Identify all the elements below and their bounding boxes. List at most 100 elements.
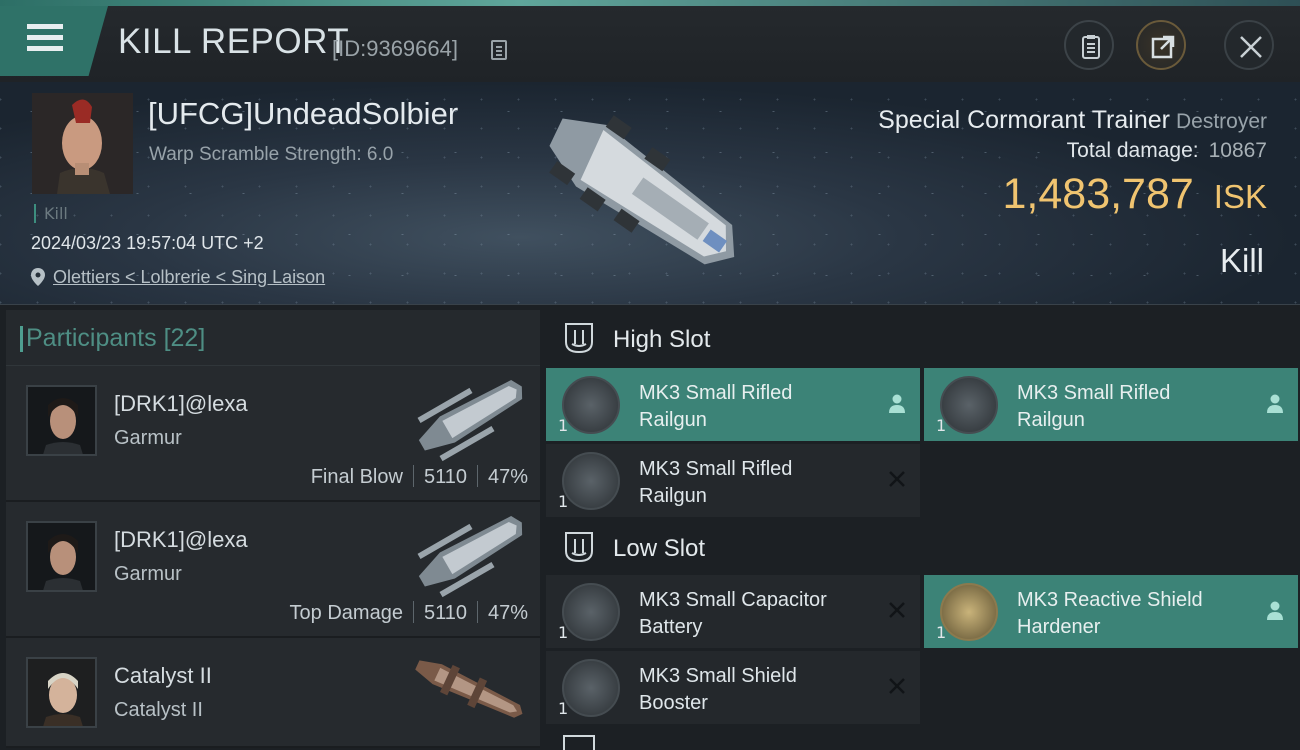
location-pin-icon [31, 268, 45, 286]
ship-class: Destroyer [1175, 110, 1267, 133]
victim-banner: [UFCG]UndeadSolbier Warp Scramble Streng… [0, 82, 1300, 305]
victim-pilot-name[interactable]: [UFCG]UndeadSolbier [148, 96, 458, 132]
railgun-icon [940, 376, 998, 434]
clipboard-button[interactable] [1064, 20, 1114, 70]
victim-ship-image [549, 115, 735, 265]
kill-report-screen: KILL REPORT [ID:9369664] [UFCG]UndeadSol… [0, 0, 1300, 750]
kill-datetime: 2024/03/23 19:57:04 UTC +2 [31, 233, 264, 253]
page-title: KILL REPORT [118, 22, 350, 61]
share-icon [1151, 35, 1175, 59]
low-slot-icon [565, 532, 593, 563]
participants-count: [22] [163, 324, 206, 352]
divider [476, 601, 478, 623]
module-quantity: 1 [936, 416, 947, 435]
participant-role: Top Damage [289, 602, 403, 624]
total-damage: Total damage: 10867 [1067, 139, 1267, 163]
close-icon [1240, 36, 1262, 58]
module-quantity: 1 [936, 623, 947, 642]
participants-label: Participants [22] [19, 324, 206, 352]
module-item[interactable]: 1 MK3 Small Rifled Railgun [546, 444, 920, 517]
isk-value: 1,483,787 ISK [1003, 170, 1268, 219]
participant-ship-image [417, 515, 523, 598]
module-item[interactable]: 1 MK3 Small Capacitor Battery [546, 575, 920, 648]
high-slot-label: High Slot [613, 326, 711, 353]
module-quantity: 1 [558, 492, 569, 511]
railgun-icon [562, 452, 620, 510]
share-button[interactable] [1136, 20, 1186, 70]
high-slot-icon [565, 323, 593, 354]
clipboard-icon [1082, 35, 1100, 59]
mid-slot-icon [563, 735, 595, 750]
participant-row[interactable]: Catalyst II Catalyst II [6, 638, 540, 748]
participants-panel: Participants [22] [DRK1]@lexa Garmur Fin… [6, 310, 540, 750]
high-slot-header: High Slot [546, 310, 1300, 368]
participant-role: Final Blow [310, 466, 403, 488]
module-name: MK3 Small Shield Booster [639, 665, 797, 714]
destroyed-x-icon [889, 471, 905, 487]
module-item[interactable]: 1 MK3 Reactive Shield Hardener [924, 575, 1298, 648]
module-name: MK3 Small Rifled Railgun [1017, 382, 1171, 431]
report-id: [ID:9369664] [332, 36, 458, 61]
divider [412, 465, 414, 487]
participant-percent: 47% [487, 602, 528, 624]
participant-ship: Catalyst II [114, 699, 203, 721]
participant-percent: 47% [487, 466, 528, 488]
participant-row[interactable]: [DRK1]@lexa Garmur Final Blow 5110 47% [6, 366, 540, 502]
low-slot-label: Low Slot [613, 535, 706, 562]
participant-damage: 5110 [423, 466, 467, 488]
pilot-icon [889, 394, 905, 413]
total-damage-value: 10867 [1208, 139, 1267, 162]
fitting-panel: High Slot 1 MK3 Small Rifled Railgun 1 MK… [546, 310, 1300, 750]
destroyed-x-icon [889, 602, 905, 618]
railgun-icon [562, 376, 620, 434]
warp-scramble-strength: Warp Scramble Strength: 6.0 [149, 144, 394, 165]
ship-name: Special Cormorant Trainer [878, 106, 1170, 134]
victim-avatar[interactable] [32, 93, 133, 194]
participant-ship-image [417, 379, 523, 462]
participant-name: [DRK1]@lexa [114, 527, 248, 552]
participant-ship: Garmur [114, 427, 182, 449]
close-button[interactable] [1224, 20, 1274, 70]
participant-stats: Top Damage 5110 47% [290, 601, 528, 625]
divider [476, 465, 478, 487]
participant-name: [DRK1]@lexa [114, 391, 248, 416]
destroyed-x-icon [889, 678, 905, 694]
header-bar: KILL REPORT [ID:9369664] [0, 6, 1300, 82]
module-item[interactable]: 1 MK3 Small Shield Booster [546, 651, 920, 724]
participant-row[interactable]: [DRK1]@lexa Garmur Top Damage 5110 47% [6, 502, 540, 638]
result-label: Kill [1219, 242, 1264, 279]
module-item[interactable]: 1 MK3 Small Rifled Railgun [546, 368, 920, 441]
shield-booster-icon [562, 659, 620, 717]
pilot-icon [1267, 394, 1283, 413]
isk-amount: 1,483,787 [1002, 170, 1194, 218]
hamburger-icon [27, 24, 63, 57]
module-quantity: 1 [558, 623, 569, 642]
location-link[interactable]: Olettiers < Lolbrerie < Sing Laison [53, 267, 325, 287]
victim-ship[interactable]: Special Cormorant Trainer Destroyer [878, 106, 1267, 135]
participant-avatar [26, 657, 97, 728]
participant-damage: 5110 [423, 602, 467, 624]
divider [412, 601, 414, 623]
participant-name: Catalyst II [114, 663, 212, 688]
module-quantity: 1 [558, 416, 569, 435]
copy-icon[interactable] [491, 40, 507, 60]
participants-header[interactable]: Participants [22] [6, 310, 540, 366]
module-name: MK3 Small Capacitor Battery [639, 589, 827, 638]
pilot-icon [1267, 601, 1283, 620]
participant-avatar [26, 521, 97, 592]
module-quantity: 1 [558, 699, 569, 718]
capacitor-battery-icon [562, 583, 620, 641]
menu-button[interactable] [0, 6, 108, 76]
module-name: MK3 Small Rifled Railgun [639, 382, 793, 431]
participant-ship: Garmur [114, 563, 182, 585]
isk-unit: ISK [1213, 178, 1267, 215]
low-slot-header: Low Slot [546, 519, 1300, 577]
kill-location[interactable]: Olettiers < Lolbrerie < Sing Laison [31, 267, 325, 288]
participant-ship-image [415, 660, 523, 718]
kill-tag: Kill [34, 204, 68, 223]
module-item[interactable]: 1 MK3 Small Rifled Railgun [924, 368, 1298, 441]
module-name: MK3 Reactive Shield Hardener [1017, 589, 1203, 638]
shield-hardener-icon [940, 583, 998, 641]
module-name: MK3 Small Rifled Railgun [639, 458, 793, 507]
total-damage-label: Total damage: [1066, 139, 1199, 162]
